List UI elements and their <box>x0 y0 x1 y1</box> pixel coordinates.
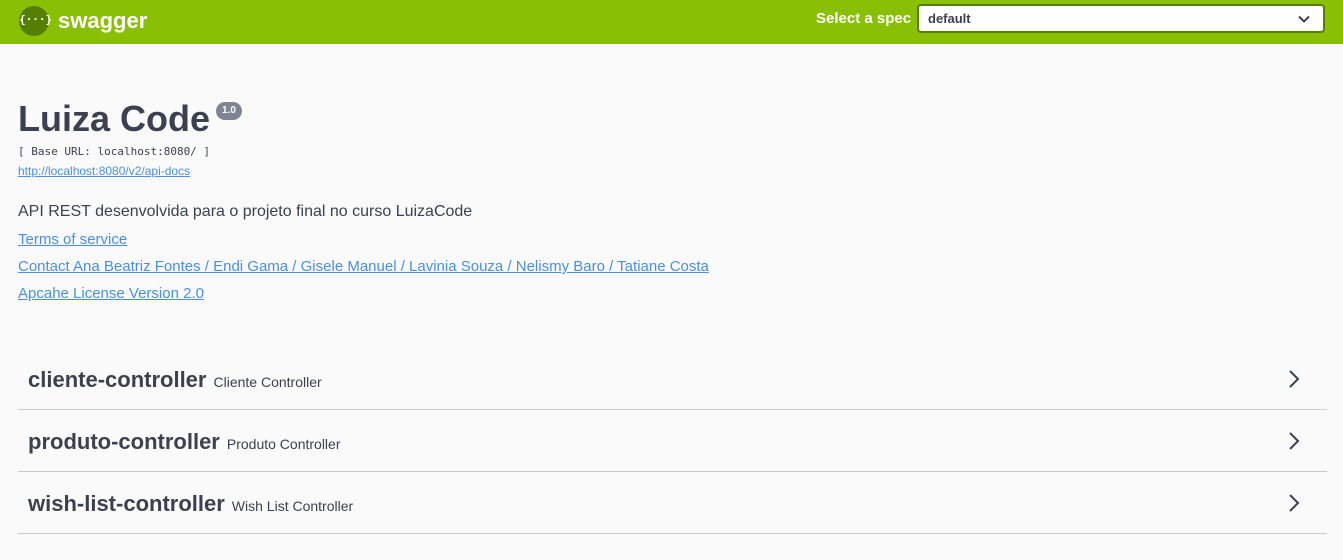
page-title: Luiza Code <box>18 98 211 139</box>
spec-select[interactable]: default <box>917 4 1325 33</box>
chevron-down-icon <box>1298 15 1310 23</box>
contact-link[interactable]: Contact Ana Beatriz Fontes / Endi Gama /… <box>18 258 709 275</box>
version-badge: 1.0 <box>216 102 242 120</box>
license-link[interactable]: Apcahe License Version 2.0 <box>18 285 204 302</box>
swagger-logo-icon[interactable]: {···} <box>19 6 53 36</box>
api-description: API REST desenvolvida para o projeto fin… <box>18 203 473 220</box>
tag-description: Produto Controller <box>226 436 341 452</box>
spec-select-value: default <box>928 11 971 26</box>
brand-name[interactable]: swagger <box>58 8 147 34</box>
tag-name: produto-controller <box>28 429 220 454</box>
tag-name: wish-list-controller <box>28 491 225 516</box>
tag-wish-list-controller[interactable]: wish-list-controller Wish List Controller <box>18 472 1327 534</box>
logo-glyph: {···} <box>19 13 53 26</box>
tag-description: Wish List Controller <box>231 498 354 514</box>
base-url: [ Base URL: localhost:8080/ ] <box>18 145 211 158</box>
api-docs-link[interactable]: http://localhost:8080/v2/api-docs <box>18 164 190 178</box>
tag-cliente-controller[interactable]: cliente-controller Cliente Controller <box>18 348 1327 410</box>
topbar: {···} swagger Select a spec default <box>0 0 1343 44</box>
chevron-right-icon[interactable] <box>1287 431 1301 451</box>
tag-produto-controller[interactable]: produto-controller Produto Controller <box>18 410 1327 472</box>
terms-of-service-link[interactable]: Terms of service <box>18 231 127 248</box>
chevron-right-icon[interactable] <box>1287 369 1301 389</box>
chevron-right-icon[interactable] <box>1287 493 1301 513</box>
spec-label: Select a spec <box>816 10 912 27</box>
tag-name: cliente-controller <box>28 367 207 392</box>
tag-description: Cliente Controller <box>213 374 322 390</box>
